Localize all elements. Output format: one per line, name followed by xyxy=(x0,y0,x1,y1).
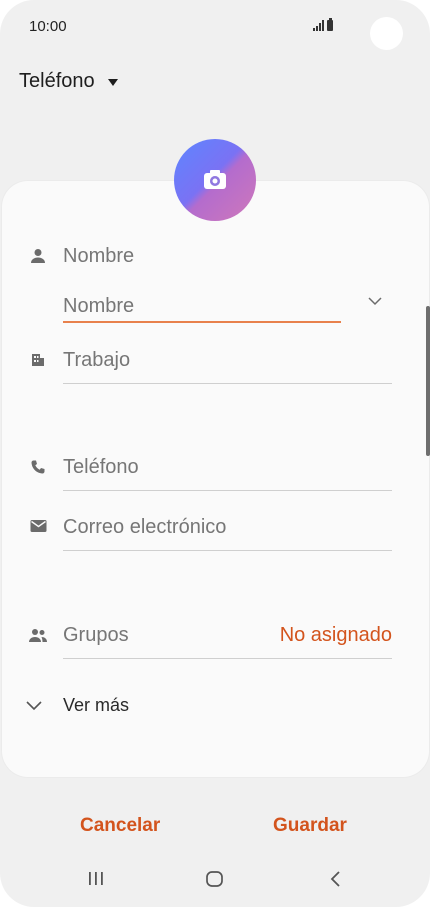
groups-field[interactable]: Grupos xyxy=(63,624,129,647)
name-input[interactable] xyxy=(63,291,341,323)
account-selector[interactable]: Teléfono xyxy=(19,70,118,93)
group-icon xyxy=(28,625,48,645)
save-button[interactable]: Guardar xyxy=(273,815,347,837)
dropdown-arrow-icon xyxy=(107,78,118,86)
phone-icon xyxy=(28,457,48,477)
status-time: 10:00 xyxy=(29,18,67,35)
company-underline xyxy=(63,383,392,384)
mail-icon xyxy=(28,516,48,536)
add-photo-button[interactable] xyxy=(174,139,256,221)
home-icon[interactable] xyxy=(205,870,225,888)
phone-underline xyxy=(63,490,392,491)
account-label: Teléfono xyxy=(19,70,95,92)
battery-icon xyxy=(327,18,333,31)
phone-field[interactable]: Teléfono xyxy=(63,456,139,479)
back-icon[interactable] xyxy=(328,870,344,888)
cancel-button[interactable]: Cancelar xyxy=(80,815,160,837)
contact-form-card xyxy=(2,181,429,777)
email-underline xyxy=(63,550,392,551)
building-icon xyxy=(28,350,48,370)
expand-name-chevron-icon[interactable] xyxy=(367,295,383,307)
name-section-label: Nombre xyxy=(63,245,135,267)
chevron-down-icon[interactable] xyxy=(25,698,43,712)
groups-value[interactable]: No asignado xyxy=(280,624,392,647)
scrollbar[interactable] xyxy=(426,306,430,456)
camera-icon xyxy=(204,170,226,189)
view-more-button[interactable]: Ver más xyxy=(63,695,129,716)
status-icons xyxy=(313,18,333,31)
groups-underline xyxy=(63,658,392,659)
signal-icon xyxy=(313,19,324,31)
screen: 10:00 Teléfono Nombre Trabajo Teléfono C xyxy=(0,0,430,907)
front-camera-cutout xyxy=(370,17,403,50)
email-field[interactable]: Correo electrónico xyxy=(63,516,226,539)
recent-apps-icon[interactable] xyxy=(87,870,105,886)
company-field[interactable]: Trabajo xyxy=(63,349,130,372)
person-icon xyxy=(28,246,48,266)
